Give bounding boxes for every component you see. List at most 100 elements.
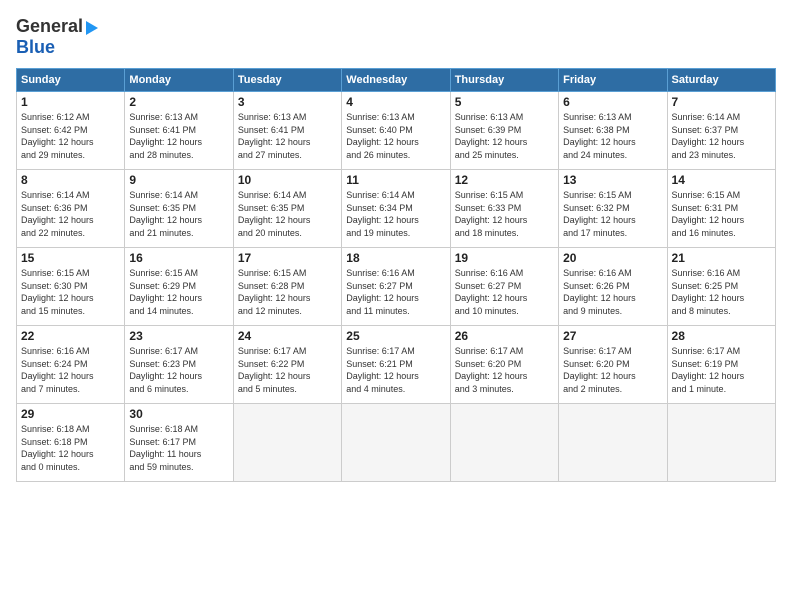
day-number: 22: [21, 329, 120, 343]
calendar-cell: 5Sunrise: 6:13 AM Sunset: 6:39 PM Daylig…: [450, 92, 558, 170]
day-info: Sunrise: 6:16 AM Sunset: 6:27 PM Dayligh…: [455, 267, 554, 317]
day-info: Sunrise: 6:12 AM Sunset: 6:42 PM Dayligh…: [21, 111, 120, 161]
calendar-cell: 20 Sunrise: 6:16 AM Sunset: 6:26 PM Dayli…: [559, 248, 667, 326]
calendar-cell: 15 Sunrise: 6:15 AM Sunset: 6:30 PM Dayli…: [17, 248, 125, 326]
calendar-cell: 19 Sunrise: 6:16 AM Sunset: 6:27 PM Dayli…: [450, 248, 558, 326]
day-info: Sunrise: 6:15 AM Sunset: 6:29 PM Dayligh…: [129, 267, 228, 317]
day-number: 1: [21, 95, 120, 109]
day-info: Sunrise: 6:17 AM Sunset: 6:20 PM Dayligh…: [563, 345, 662, 395]
calendar-cell: 16 Sunrise: 6:15 AM Sunset: 6:29 PM Dayli…: [125, 248, 233, 326]
day-info: Sunrise: 6:14 AM Sunset: 6:35 PM Dayligh…: [129, 189, 228, 239]
day-info: Sunrise: 6:17 AM Sunset: 6:23 PM Dayligh…: [129, 345, 228, 395]
day-number: 21: [672, 251, 771, 265]
day-number: 14: [672, 173, 771, 187]
day-number: 17: [238, 251, 337, 265]
col-sunday: Sunday: [17, 69, 125, 92]
calendar-cell: 23 Sunrise: 6:17 AM Sunset: 6:23 PM Dayli…: [125, 326, 233, 404]
day-info: Sunrise: 6:13 AM Sunset: 6:39 PM Dayligh…: [455, 111, 554, 161]
day-info: Sunrise: 6:18 AM Sunset: 6:18 PM Dayligh…: [21, 423, 120, 473]
day-info: Sunrise: 6:15 AM Sunset: 6:31 PM Dayligh…: [672, 189, 771, 239]
day-info: Sunrise: 6:15 AM Sunset: 6:30 PM Dayligh…: [21, 267, 120, 317]
calendar-cell: 21 Sunrise: 6:16 AM Sunset: 6:25 PM Dayli…: [667, 248, 775, 326]
day-number: 29: [21, 407, 120, 421]
day-info: Sunrise: 6:13 AM Sunset: 6:38 PM Dayligh…: [563, 111, 662, 161]
calendar-cell: 8 Sunrise: 6:14 AM Sunset: 6:36 PM Daylig…: [17, 170, 125, 248]
col-monday: Monday: [125, 69, 233, 92]
day-number: 7: [672, 95, 771, 109]
day-number: 4: [346, 95, 445, 109]
day-number: 19: [455, 251, 554, 265]
calendar-week-row: 1 Sunrise: 6:12 AM Sunset: 6:42 PM Daylig…: [17, 92, 776, 170]
day-number: 25: [346, 329, 445, 343]
day-number: 9: [129, 173, 228, 187]
day-number: 20: [563, 251, 662, 265]
day-info: Sunrise: 6:15 AM Sunset: 6:28 PM Dayligh…: [238, 267, 337, 317]
day-info: Sunrise: 6:14 AM Sunset: 6:34 PM Dayligh…: [346, 189, 445, 239]
day-info: Sunrise: 6:17 AM Sunset: 6:22 PM Dayligh…: [238, 345, 337, 395]
day-number: 8: [21, 173, 120, 187]
header: General Blue: [16, 16, 776, 58]
day-info: Sunrise: 6:15 AM Sunset: 6:32 PM Dayligh…: [563, 189, 662, 239]
day-number: 16: [129, 251, 228, 265]
logo-line2: Blue: [16, 37, 55, 58]
calendar-cell: 10Sunrise: 6:14 AM Sunset: 6:35 PM Dayli…: [233, 170, 341, 248]
logo: General Blue: [16, 16, 98, 58]
logo-blue: Blue: [16, 37, 55, 57]
day-number: 23: [129, 329, 228, 343]
day-info: Sunrise: 6:17 AM Sunset: 6:21 PM Dayligh…: [346, 345, 445, 395]
calendar-cell: 13 Sunrise: 6:15 AM Sunset: 6:32 PM Dayli…: [559, 170, 667, 248]
day-number: 15: [21, 251, 120, 265]
calendar-week-row: 8 Sunrise: 6:14 AM Sunset: 6:36 PM Daylig…: [17, 170, 776, 248]
calendar-cell: 25 Sunrise: 6:17 AM Sunset: 6:21 PM Dayli…: [342, 326, 450, 404]
calendar-cell: [667, 404, 775, 482]
calendar-cell: 14 Sunrise: 6:15 AM Sunset: 6:31 PM Dayli…: [667, 170, 775, 248]
calendar-cell: 6 Sunrise: 6:13 AM Sunset: 6:38 PM Daylig…: [559, 92, 667, 170]
day-number: 26: [455, 329, 554, 343]
calendar-cell: 18 Sunrise: 6:16 AM Sunset: 6:27 PM Dayli…: [342, 248, 450, 326]
day-info: Sunrise: 6:16 AM Sunset: 6:27 PM Dayligh…: [346, 267, 445, 317]
day-number: 10: [238, 173, 337, 187]
logo-arrow-icon: [86, 21, 98, 35]
day-number: 2: [129, 95, 228, 109]
day-number: 13: [563, 173, 662, 187]
day-number: 18: [346, 251, 445, 265]
calendar-cell: 7Sunrise: 6:14 AM Sunset: 6:37 PM Daylig…: [667, 92, 775, 170]
day-info: Sunrise: 6:13 AM Sunset: 6:41 PM Dayligh…: [238, 111, 337, 161]
day-number: 6: [563, 95, 662, 109]
calendar-cell: 12 Sunrise: 6:15 AM Sunset: 6:33 PM Dayli…: [450, 170, 558, 248]
day-number: 12: [455, 173, 554, 187]
calendar-week-row: 22Sunrise: 6:16 AM Sunset: 6:24 PM Dayli…: [17, 326, 776, 404]
day-number: 24: [238, 329, 337, 343]
day-number: 27: [563, 329, 662, 343]
day-info: Sunrise: 6:13 AM Sunset: 6:40 PM Dayligh…: [346, 111, 445, 161]
calendar-cell: 27 Sunrise: 6:17 AM Sunset: 6:20 PM Dayli…: [559, 326, 667, 404]
day-info: Sunrise: 6:18 AM Sunset: 6:17 PM Dayligh…: [129, 423, 228, 473]
day-info: Sunrise: 6:14 AM Sunset: 6:36 PM Dayligh…: [21, 189, 120, 239]
calendar-cell: 30 Sunrise: 6:18 AM Sunset: 6:17 PM Dayli…: [125, 404, 233, 482]
day-info: Sunrise: 6:16 AM Sunset: 6:25 PM Dayligh…: [672, 267, 771, 317]
logo-line1: General: [16, 16, 98, 37]
day-info: Sunrise: 6:15 AM Sunset: 6:33 PM Dayligh…: [455, 189, 554, 239]
day-number: 30: [129, 407, 228, 421]
col-wednesday: Wednesday: [342, 69, 450, 92]
calendar-cell: [450, 404, 558, 482]
calendar-cell: 3 Sunrise: 6:13 AM Sunset: 6:41 PM Daylig…: [233, 92, 341, 170]
day-info: Sunrise: 6:17 AM Sunset: 6:19 PM Dayligh…: [672, 345, 771, 395]
calendar-cell: 29 Sunrise: 6:18 AM Sunset: 6:18 PM Dayli…: [17, 404, 125, 482]
day-number: 11: [346, 173, 445, 187]
col-thursday: Thursday: [450, 69, 558, 92]
col-saturday: Saturday: [667, 69, 775, 92]
calendar-cell: [233, 404, 341, 482]
logo-general: General: [16, 16, 83, 37]
calendar-cell: 24 Sunrise: 6:17 AM Sunset: 6:22 PM Dayli…: [233, 326, 341, 404]
col-tuesday: Tuesday: [233, 69, 341, 92]
calendar-cell: 17 Sunrise: 6:15 AM Sunset: 6:28 PM Dayli…: [233, 248, 341, 326]
day-info: Sunrise: 6:13 AM Sunset: 6:41 PM Dayligh…: [129, 111, 228, 161]
day-info: Sunrise: 6:16 AM Sunset: 6:26 PM Dayligh…: [563, 267, 662, 317]
day-number: 3: [238, 95, 337, 109]
calendar-cell: 4 Sunrise: 6:13 AM Sunset: 6:40 PM Daylig…: [342, 92, 450, 170]
calendar-cell: [342, 404, 450, 482]
calendar-cell: 26Sunrise: 6:17 AM Sunset: 6:20 PM Dayli…: [450, 326, 558, 404]
page: General Blue Sunday Monday Tuesday Wedne…: [0, 0, 792, 612]
calendar-cell: 28Sunrise: 6:17 AM Sunset: 6:19 PM Dayli…: [667, 326, 775, 404]
